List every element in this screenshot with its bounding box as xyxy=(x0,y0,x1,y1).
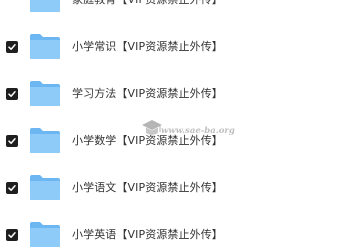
file-name: 小学英语【VIP资源禁止外传】 xyxy=(72,228,223,241)
checkbox-checked-icon[interactable] xyxy=(6,135,18,147)
file-name: 家庭教育【VIP资源禁止外传】 xyxy=(72,0,223,8)
list-item[interactable]: 小学数学【VIP资源禁止外传】 xyxy=(0,118,340,165)
folder-icon xyxy=(29,0,61,13)
file-list: 家庭教育【VIP资源禁止外传】 小学常识【VIP资源禁止外传】 xyxy=(0,0,340,252)
file-name: 小学语文【VIP资源禁止外传】 xyxy=(72,181,223,194)
folder-icon xyxy=(29,127,61,154)
list-item[interactable]: 小学英语【VIP资源禁止外传】 xyxy=(0,212,340,252)
folder-icon xyxy=(29,174,61,201)
list-item[interactable]: 小学常识【VIP资源禁止外传】 xyxy=(0,24,340,71)
list-item[interactable]: 小学语文【VIP资源禁止外传】 xyxy=(0,165,340,212)
file-browser: 家庭教育【VIP资源禁止外传】 小学常识【VIP资源禁止外传】 xyxy=(0,0,340,252)
folder-icon xyxy=(29,80,61,107)
checkbox-checked-icon[interactable] xyxy=(6,41,18,53)
file-name: 学习方法【VIP资源禁止外传】 xyxy=(72,87,223,100)
file-name: 小学常识【VIP资源禁止外传】 xyxy=(72,40,223,53)
file-name: 小学数学【VIP资源禁止外传】 xyxy=(72,134,223,147)
folder-icon xyxy=(29,33,61,60)
checkbox-checked-icon[interactable] xyxy=(6,88,18,100)
folder-icon xyxy=(29,221,61,248)
checkbox-checked-icon[interactable] xyxy=(6,229,18,241)
checkbox-checked-icon[interactable] xyxy=(6,182,18,194)
list-item[interactable]: 学习方法【VIP资源禁止外传】 xyxy=(0,71,340,118)
list-item[interactable]: 家庭教育【VIP资源禁止外传】 xyxy=(0,0,340,24)
